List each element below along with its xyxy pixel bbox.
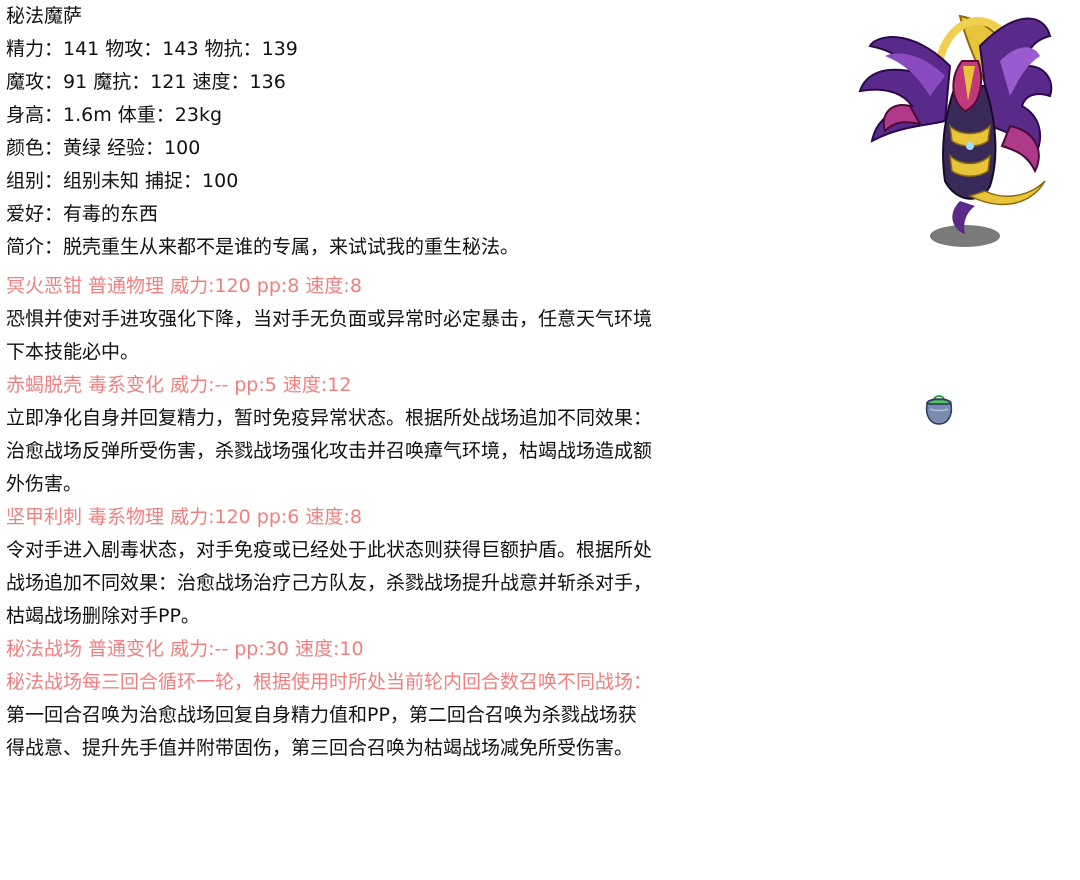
skill-3-desc-line: 令对手进入剧毒状态，对手免疫或已经处于此状态则获得巨额护盾。根据所处 — [6, 539, 653, 561]
portrait-shadow — [930, 225, 1000, 247]
skill-3-desc-line: 枯竭战场删除对手PP。 — [6, 605, 200, 627]
pet-info-panel: 秘法魔萨 精力：141 物攻：143 物抗：139 魔攻：91 魔抗：121 速… — [6, 0, 696, 765]
pet-name: 秘法魔萨 — [6, 5, 83, 27]
skill-1-desc-line: 下本技能必中。 — [6, 341, 140, 363]
skill-4-title: 秘法战场 普通变化 威力:-- pp:30 速度:10 — [6, 638, 364, 660]
skill-1-title: 冥火恶钳 普通物理 威力:120 pp:8 速度:8 — [6, 275, 362, 297]
skill-1-desc: 恐惧并使对手进攻强化下降，当对手无负面或异常时必定暴击，任意天气环境 下本技能必… — [6, 303, 696, 369]
stats-line-1: 精力：141 物攻：143 物抗：139 — [6, 38, 298, 60]
potion-pot-icon — [925, 395, 953, 425]
stats-line-2: 魔攻：91 魔抗：121 速度：136 — [6, 71, 286, 93]
skill-3-title: 坚甲利刺 毒系物理 威力:120 pp:6 速度:8 — [6, 506, 362, 528]
skill-4-desc: 秘法战场每三回合循环一轮，根据使用时所处当前轮内回合数召唤不同战场： 第一回合召… — [6, 666, 696, 765]
skill-2-title: 赤蝎脱壳 毒系变化 威力:-- pp:5 速度:12 — [6, 374, 352, 396]
height-weight: 身高：1.6m 体重：23kg — [6, 104, 223, 126]
pet-portrait-icon — [858, 14, 1053, 247]
skill-4-desc-highlight: 秘法战场每三回合循环一轮，根据使用时所处当前轮内回合数召唤不同战场： — [6, 671, 653, 693]
hobby: 爱好：有毒的东西 — [6, 203, 159, 225]
skill-2-desc-line: 外伤害。 — [6, 473, 83, 495]
skill-2-desc: 立即净化自身并回复精力，暂时免疫异常状态。根据所处战场追加不同效果： 治愈战场反… — [6, 402, 696, 501]
group-catch: 组别：组别未知 捕捉：100 — [6, 170, 239, 192]
skill-2-desc-line: 立即净化自身并回复精力，暂时免疫异常状态。根据所处战场追加不同效果： — [6, 407, 653, 429]
skill-3-desc: 令对手进入剧毒状态，对手免疫或已经处于此状态则获得巨额护盾。根据所处 战场追加不… — [6, 534, 696, 633]
skill-3-desc-line: 战场追加不同效果：治愈战场治疗己方队友，杀戮战场提升战意并斩杀对手， — [6, 572, 653, 594]
skill-2-desc-line: 治愈战场反弹所受伤害，杀戮战场强化攻击并召唤瘴气环境，枯竭战场造成额 — [6, 440, 653, 462]
introduction: 简介：脱壳重生从来都不是谁的专属，来试试我的重生秘法。 — [6, 236, 520, 258]
skill-4-desc-line: 第一回合召唤为治愈战场回复自身精力值和PP，第二回合召唤为杀戮战场获 — [6, 704, 637, 726]
skill-1-desc-line: 恐惧并使对手进攻强化下降，当对手无负面或异常时必定暴击，任意天气环境 — [6, 308, 653, 330]
skill-4-desc-line: 得战意、提升先手值并附带固伤，第三回合召唤为枯竭战场减免所受伤害。 — [6, 737, 634, 759]
color-experience: 颜色：黄绿 经验：100 — [6, 137, 201, 159]
